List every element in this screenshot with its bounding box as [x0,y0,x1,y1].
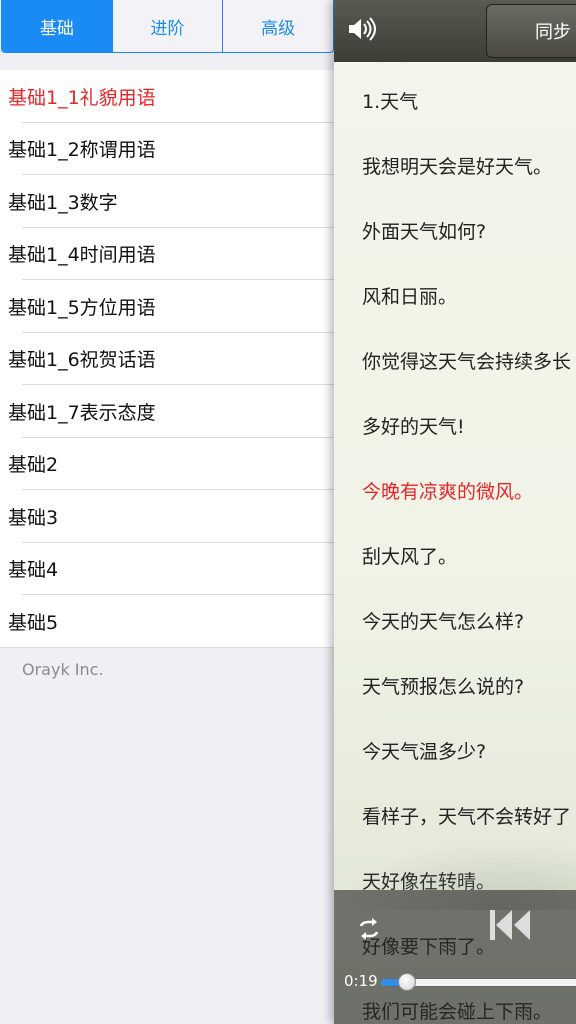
current-time: 0:19 [344,972,378,990]
transcript-line[interactable]: 你觉得这天气会持续多长 [362,330,576,395]
transcript-line[interactable]: 我想明天会是好天气。 [362,135,576,200]
lesson-row[interactable]: 基础1_2称谓用语 [0,123,334,176]
lesson-row[interactable]: 基础1_7表示态度 [0,385,334,438]
segment-1[interactable]: 进阶 [113,0,224,52]
lesson-row[interactable]: 基础1_6祝贺话语 [0,333,334,386]
lesson-row[interactable]: 基础1_3数字 [0,175,334,228]
lesson-row[interactable]: 基础1_5方位用语 [0,280,334,333]
lesson-row[interactable]: 基础3 [0,490,334,543]
transcript-line[interactable]: 刮大风了。 [362,525,576,590]
player-panel: 日常用语 1.天气我想明天会是好天气。外面天气如何?风和日丽。你觉得这天气会持续… [334,0,576,1024]
segment-0[interactable]: 基础 [2,0,113,52]
player-top-bar: 同步 [334,0,576,62]
progress-slider[interactable] [380,973,576,991]
lesson-row[interactable]: 基础2 [0,438,334,491]
lesson-row[interactable]: 基础1_1礼貌用语 [0,70,334,123]
lesson-list-panel: 基础 进阶 高级 基础1_1礼貌用语 基础1_2称谓用语 基础1_3数字 基础1_4时间用… [0,0,334,1024]
lesson-list: 基础1_1礼貌用语 基础1_2称谓用语 基础1_3数字 基础1_4时间用语 基础1_5方… [0,70,334,648]
speaker-icon[interactable] [346,14,376,44]
level-segmented-control: 基础 进阶 高级 [1,0,334,53]
sync-button[interactable]: 同步 [486,4,576,58]
lesson-row[interactable]: 基础5 [0,595,334,648]
transcript-line[interactable]: 1.天气 [362,70,576,135]
transcript-line[interactable]: 今天的天气怎么样? [362,590,576,655]
footer-company: Orayk Inc. [22,660,104,679]
transcript-line[interactable]: 天气预报怎么说的? [362,655,576,720]
progress-thumb[interactable] [397,973,416,991]
repeat-icon[interactable] [356,916,382,942]
transcript-line[interactable]: 今天气温多少? [362,720,576,785]
skip-back-icon[interactable] [488,908,532,942]
transcript-line[interactable]: 今晚有凉爽的微风。 [362,460,576,525]
lesson-row[interactable]: 基础4 [0,543,334,596]
transcript-line[interactable]: 外面天气如何? [362,200,576,265]
segment-2[interactable]: 高级 [223,0,333,52]
player-controls: 0:19 [334,890,576,1024]
sync-label: 同步 [535,22,571,43]
transcript-line[interactable]: 风和日丽。 [362,265,576,330]
lesson-row[interactable]: 基础1_4时间用语 [0,228,334,281]
transcript-line[interactable]: 多好的天气! [362,395,576,460]
